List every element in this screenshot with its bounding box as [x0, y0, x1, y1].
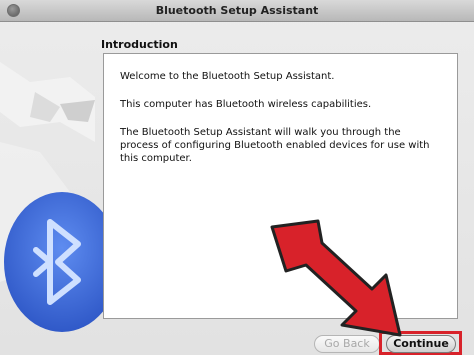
setup-assistant-window: Bluetooth Setup Assistant Introduction W…: [0, 0, 474, 355]
window-title: Bluetooth Setup Assistant: [155, 4, 319, 17]
capability-text: This computer has Bluetooth wireless cap…: [120, 99, 372, 110]
continue-button[interactable]: Continue: [386, 335, 456, 353]
welcome-text: Welcome to the Bluetooth Setup Assistant…: [120, 71, 335, 82]
decorative-artwork: [0, 62, 110, 332]
go-back-button[interactable]: Go Back: [314, 335, 380, 353]
title-bar: Bluetooth Setup Assistant: [0, 0, 474, 22]
instructions-text: The Bluetooth Setup Assistant will walk …: [120, 127, 430, 164]
content-panel: Welcome to the Bluetooth Setup Assistant…: [103, 53, 458, 319]
section-heading: Introduction: [101, 38, 178, 51]
